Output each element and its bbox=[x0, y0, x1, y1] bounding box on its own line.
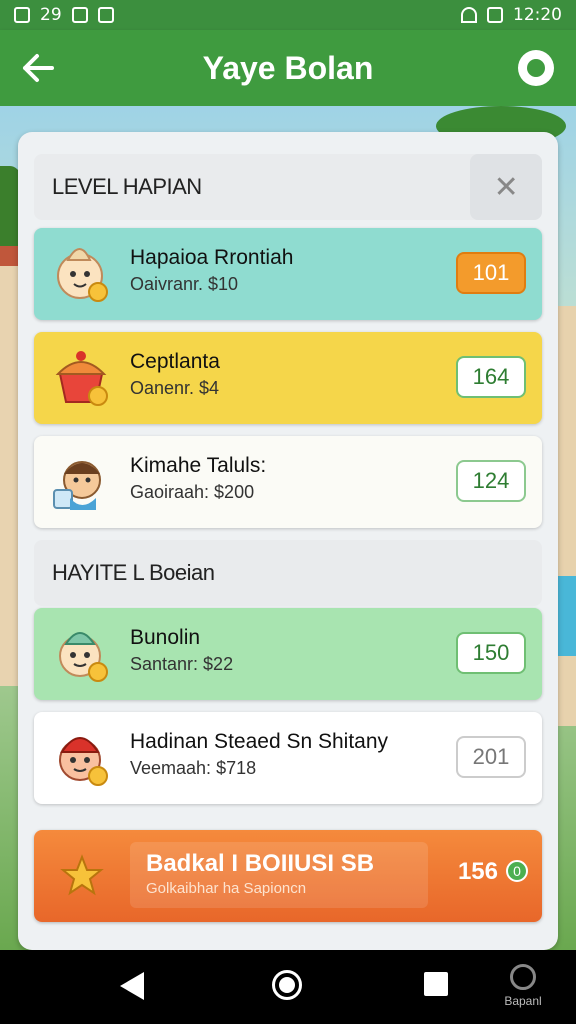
item-subtitle: Santanr: $22 bbox=[130, 654, 234, 674]
wifi-icon bbox=[461, 7, 477, 23]
list-item[interactable]: Hapaioa Rrontiah Oaivranr. $10 101 bbox=[34, 228, 542, 320]
item-name: Bunolin bbox=[130, 626, 201, 649]
page-title: Yaye Bolan bbox=[202, 49, 374, 86]
item-subtitle: Oaivranr. $10 bbox=[130, 274, 239, 294]
list-item[interactable]: Hadinan Steaed Sn Shitany Veemaah: $718 … bbox=[34, 712, 542, 804]
coin-icon: 0 bbox=[506, 860, 528, 882]
item-subtitle: Oanenr. $4 bbox=[130, 378, 220, 398]
section-header-label: HAYITE L Boeian bbox=[52, 560, 215, 585]
battery-icon bbox=[487, 7, 503, 23]
character-avatar-icon bbox=[59, 737, 108, 786]
section-header-label: LEVEL HAPIAN bbox=[52, 174, 202, 199]
bonus-value: 156 bbox=[457, 858, 498, 885]
item-value-button[interactable]: 201 bbox=[456, 736, 526, 778]
character-avatar-icon bbox=[57, 248, 108, 302]
list-item[interactable]: Bunolin Santanr: $22 150 bbox=[34, 608, 542, 700]
bonus-title: Badkal I BOIIUSI SB bbox=[146, 850, 375, 877]
section-header-hotel: HAYITE L Boeian bbox=[34, 540, 542, 606]
item-name: Hapaioa Rrontiah bbox=[130, 246, 294, 269]
item-subtitle: Veemaah: $718 bbox=[130, 758, 257, 778]
item-name: Hadinan Steaed Sn Shitany bbox=[130, 730, 389, 753]
power-icon bbox=[510, 964, 536, 990]
system-nav-bar: Bapanl bbox=[0, 950, 576, 1024]
bonus-banner[interactable]: Badkal I BOIIUSI SB Golkaibhar ha Sapion… bbox=[34, 830, 542, 922]
bonus-subtitle: Golkaibhar ha Sapioncn bbox=[146, 880, 307, 897]
nav-back-button[interactable] bbox=[120, 972, 144, 1000]
item-name: Kimahe Taluls: bbox=[130, 454, 267, 477]
app-bar: Yaye Bolan bbox=[0, 30, 576, 106]
arrow-left-icon bbox=[23, 54, 54, 82]
cupcake-icon bbox=[55, 351, 108, 406]
status-bar: 29 12:20 bbox=[0, 0, 576, 30]
nav-extra-button[interactable]: Bapanl bbox=[498, 964, 548, 1014]
item-subtitle: Gaoiraah: $200 bbox=[130, 482, 255, 502]
status-left-text: 29 bbox=[40, 5, 62, 25]
status-time: 12:20 bbox=[513, 5, 562, 25]
list-item[interactable]: Kimahe Taluls: Gaoiraah: $200 124 bbox=[34, 436, 542, 528]
item-value-button[interactable]: 101 bbox=[456, 252, 526, 294]
nav-home-button[interactable] bbox=[272, 970, 302, 1000]
item-value-button[interactable]: 164 bbox=[456, 356, 526, 398]
character-avatar-icon bbox=[59, 632, 108, 682]
image-icon bbox=[97, 7, 114, 23]
item-name: Ceptlanta bbox=[130, 350, 220, 373]
item-value-button[interactable]: 124 bbox=[456, 460, 526, 502]
section-header-level: LEVEL HAPIAN ✕ bbox=[34, 154, 542, 220]
settings-icon bbox=[527, 59, 545, 77]
settings-button[interactable] bbox=[518, 50, 554, 86]
star-icon bbox=[60, 854, 104, 896]
signal-icon bbox=[14, 7, 30, 23]
list-item[interactable]: Ceptlanta Oanenr. $4 164 bbox=[34, 332, 542, 424]
nav-extra-label: Bapanl bbox=[504, 994, 542, 1008]
close-icon: ✕ bbox=[493, 170, 519, 204]
nav-recents-button[interactable] bbox=[424, 972, 448, 996]
close-button[interactable]: ✕ bbox=[470, 154, 542, 220]
character-avatar-icon bbox=[53, 461, 101, 510]
back-button[interactable] bbox=[18, 48, 58, 88]
item-value-button[interactable]: 150 bbox=[456, 632, 526, 674]
level-panel: LEVEL HAPIAN ✕ Hapaioa Rrontiah Oaivranr… bbox=[18, 132, 558, 950]
notification-icon bbox=[71, 7, 88, 23]
